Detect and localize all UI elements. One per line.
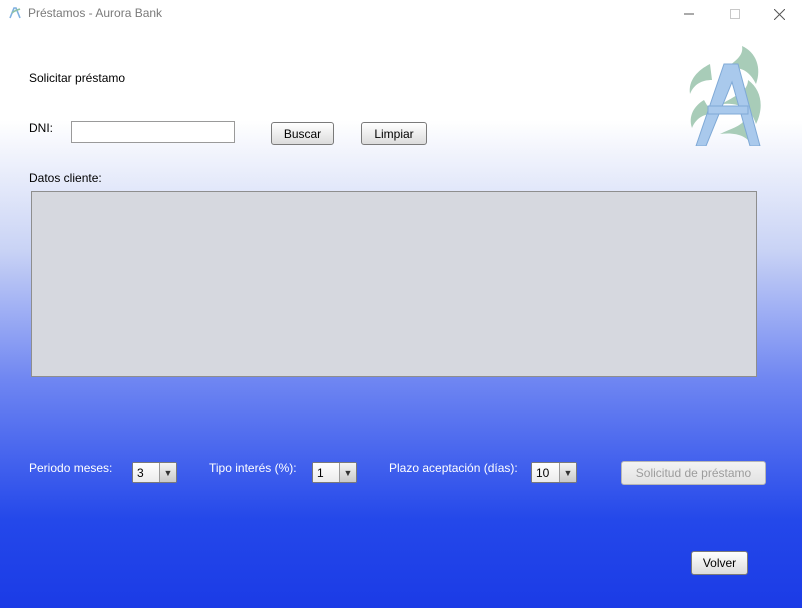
title-bar: Préstamos - Aurora Bank [0, 0, 802, 28]
window-title: Préstamos - Aurora Bank [28, 6, 163, 20]
period-label: Periodo meses: [29, 461, 113, 475]
period-select[interactable]: 3 ▼ [132, 462, 177, 483]
maximize-button[interactable] [712, 0, 758, 28]
clear-button[interactable]: Limpiar [361, 122, 427, 145]
back-button[interactable]: Volver [691, 551, 748, 575]
page-heading: Solicitar préstamo [29, 71, 126, 85]
interest-select[interactable]: 1 ▼ [312, 462, 357, 483]
close-button[interactable] [756, 0, 802, 28]
aurora-bank-logo [689, 46, 761, 146]
aurora-bank-app-icon [9, 7, 21, 19]
interest-label: Tipo interés (%): [209, 461, 297, 475]
chevron-down-icon: ▼ [339, 463, 356, 482]
client-data-area[interactable] [31, 191, 757, 377]
minimize-button[interactable] [666, 0, 712, 28]
close-icon [773, 8, 785, 20]
chevron-down-icon: ▼ [159, 463, 176, 482]
interest-selected-value: 1 [313, 463, 339, 482]
maximize-icon [730, 9, 740, 19]
client-data-label: Datos cliente: [29, 171, 102, 185]
chevron-down-icon: ▼ [559, 463, 576, 482]
dni-label: DNI: [29, 121, 53, 135]
minimize-icon [684, 13, 694, 15]
dni-input[interactable] [71, 121, 235, 143]
acceptance-selected-value: 10 [532, 463, 559, 482]
period-selected-value: 3 [133, 463, 159, 482]
acceptance-select[interactable]: 10 ▼ [531, 462, 577, 483]
loan-request-button[interactable]: Solicitud de préstamo [621, 461, 766, 485]
search-button[interactable]: Buscar [271, 122, 334, 145]
acceptance-label: Plazo aceptación (días): [389, 461, 518, 475]
